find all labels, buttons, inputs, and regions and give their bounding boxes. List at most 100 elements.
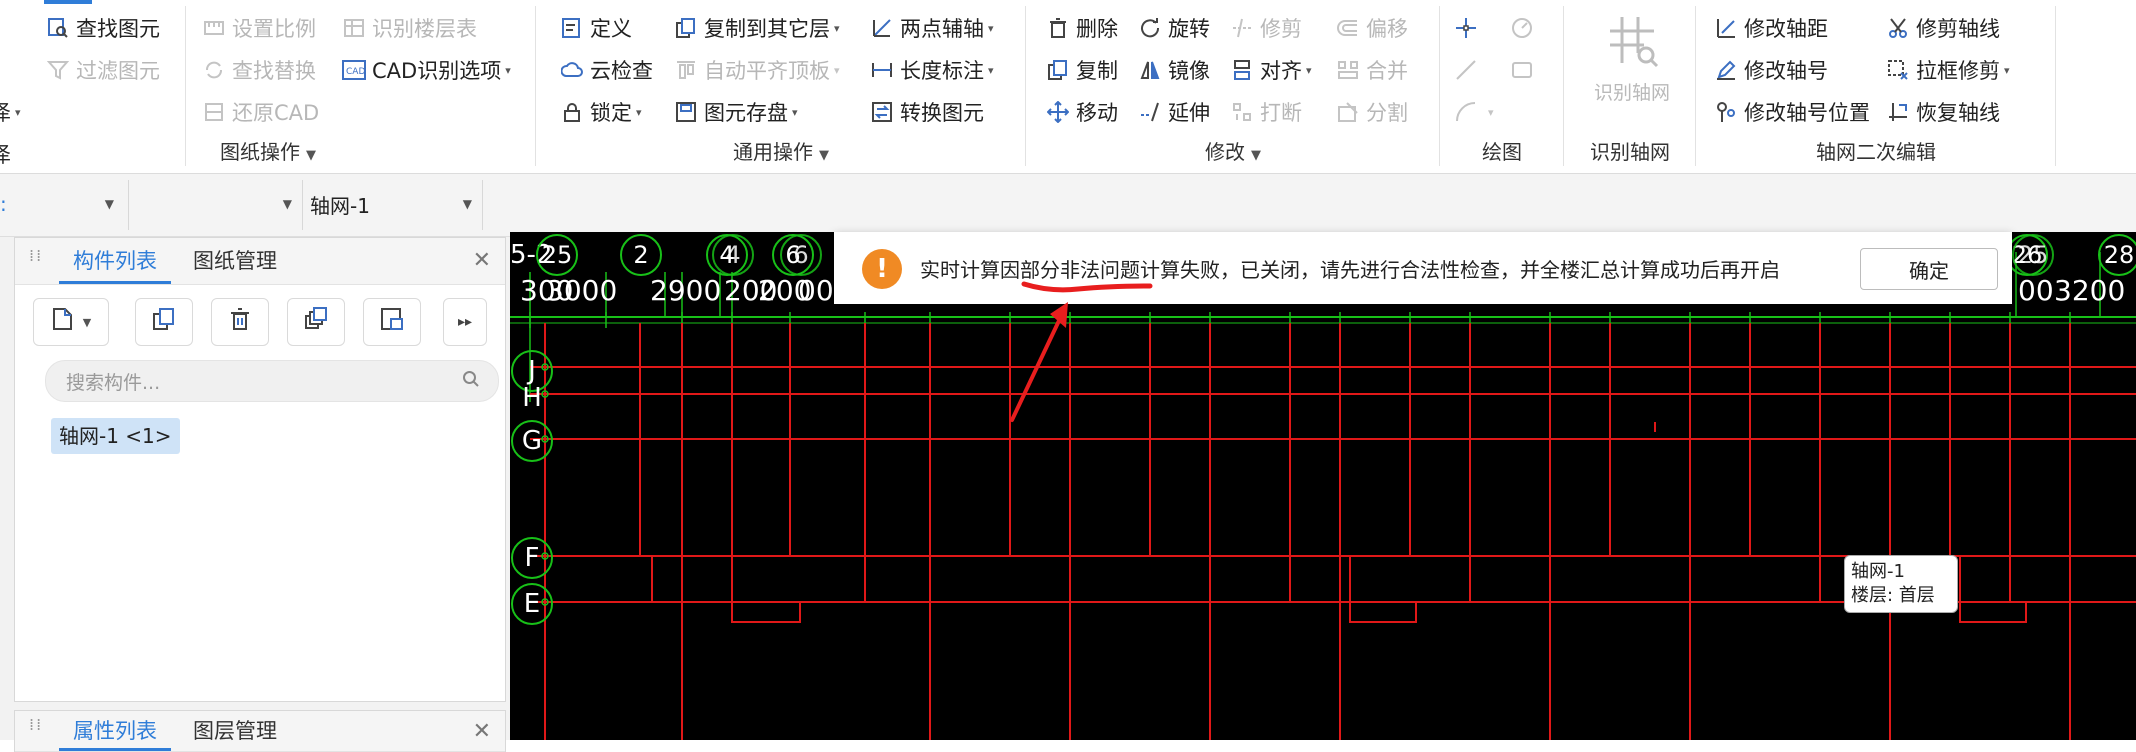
export-component-button[interactable]: [363, 298, 421, 346]
identify-axis-button[interactable]: 识别轴网: [1582, 10, 1682, 105]
set-scale-button[interactable]: 设置比例: [202, 12, 316, 44]
group-title-text: 轴网二次编辑: [1816, 140, 1936, 164]
move-button[interactable]: 移动: [1046, 96, 1118, 128]
dimension-text: 3200: [2054, 274, 2126, 307]
drawing-canvas[interactable]: 5-2 25 2 4 4 6 6 26 25 28 300 3000 2900 …: [510, 232, 2136, 740]
group-title-drawing-ops[interactable]: 图纸操作 ▼: [0, 136, 536, 165]
tab-layer-management[interactable]: 图层管理: [179, 711, 291, 751]
close-icon[interactable]: ✕: [473, 248, 491, 273]
split-button[interactable]: 分割: [1336, 96, 1408, 128]
auto-align-top-button[interactable]: 自动平齐顶板 ▾: [674, 54, 840, 86]
offset-button[interactable]: 偏移: [1336, 12, 1408, 44]
draw-circle-button[interactable]: [1510, 12, 1540, 44]
layers-copy-icon: [304, 307, 328, 337]
copy-button[interactable]: 复制: [1046, 54, 1118, 86]
identify-floor-table-button[interactable]: 识别楼层表: [342, 12, 477, 44]
find-replace-label: 查找替换: [232, 59, 316, 83]
tab-drawing-management[interactable]: 图纸管理: [179, 238, 291, 284]
axis-bubble-row[interactable]: E: [511, 583, 553, 625]
element-hover-tooltip: 轴网-1 楼层: 首层: [1844, 555, 1958, 613]
drag-handle-icon[interactable]: ⁞⁞: [29, 717, 43, 741]
axis-bubble[interactable]: 28: [2098, 234, 2136, 276]
two-point-axis-button[interactable]: 两点辅轴 ▾: [870, 12, 994, 44]
modify-axis-number-position-button[interactable]: 修改轴号位置: [1714, 96, 1870, 128]
axis-bubble-row[interactable]: G: [511, 420, 553, 462]
axis-number: 6: [793, 241, 809, 269]
align-button[interactable]: 对齐 ▾: [1230, 54, 1312, 86]
tooltip-floor: 楼层: 首层: [1851, 585, 1935, 606]
restore-axis-label: 恢复轴线: [1916, 101, 2000, 125]
search-component-input[interactable]: 搜索构件...: [45, 360, 499, 402]
tab-component-list[interactable]: 构件列表: [59, 238, 171, 284]
group-title-text: 通用操作: [733, 140, 813, 164]
length-dimension-button[interactable]: 长度标注 ▾: [870, 54, 994, 86]
delete-button[interactable]: 删除: [1046, 12, 1118, 44]
axis-bubble[interactable]: 25: [536, 234, 578, 276]
trim-axis-button[interactable]: 修剪轴线: [1886, 12, 2000, 44]
element-storage-button[interactable]: 图元存盘 ▾: [674, 96, 798, 128]
new-document-icon: [51, 306, 75, 338]
break-button[interactable]: 打断: [1230, 96, 1302, 128]
draw-point-button[interactable]: [1454, 12, 1484, 44]
drag-handle-icon[interactable]: ⁞⁞: [29, 248, 43, 272]
restore-cad-button[interactable]: 还原CAD: [202, 96, 319, 128]
list-item[interactable]: 轴网-1 <1>: [51, 418, 180, 454]
chevron-down-icon: ▼: [462, 197, 472, 211]
two-point-axis-icon: [870, 16, 894, 40]
dimension-text: 2900: [650, 274, 722, 307]
group-title-common-ops[interactable]: 通用操作 ▼: [536, 136, 1026, 165]
group-title-text: 修改: [1205, 140, 1245, 164]
copy-component-button[interactable]: [135, 298, 193, 346]
axis-bubble[interactable]: 4: [712, 234, 754, 276]
trim-button[interactable]: 修剪: [1230, 12, 1302, 44]
axis-bubble-row[interactable]: F: [511, 537, 553, 579]
lock-button[interactable]: 锁定 ▾: [560, 96, 642, 128]
notification-message: 实时计算因部分非法问题计算失败，已关闭，请先进行合法性检查，并全楼汇总计算成功后…: [920, 258, 1780, 282]
draw-arc-button[interactable]: ▾: [1454, 96, 1494, 128]
split-icon: [1336, 100, 1360, 124]
dimension-text: 00: [798, 274, 834, 307]
cad-options-button[interactable]: CAD CAD识别选项 ▾: [342, 54, 511, 86]
partial-dropdown[interactable]: 泽 ▾: [0, 96, 21, 128]
convert-element-button[interactable]: 转换图元: [870, 96, 984, 128]
confirm-button[interactable]: 确定: [1860, 248, 1998, 290]
box-trim-button[interactable]: 拉框修剪 ▾: [1886, 54, 2010, 86]
new-component-button[interactable]: ▼: [33, 298, 109, 346]
element-select[interactable]: 轴网-1 ▼: [310, 184, 480, 224]
filter-element-button[interactable]: 过滤图元: [46, 54, 160, 86]
extend-button[interactable]: 延伸: [1138, 96, 1210, 128]
more-tools-button[interactable]: ▸▸: [443, 298, 487, 346]
modify-axis-distance-button[interactable]: 修改轴距: [1714, 12, 1828, 44]
copy-to-other-floor-button[interactable]: 复制到其它层 ▾: [674, 12, 840, 44]
ribbon-group-modify: 删除 复制 移动 旋转 镜像 延伸 修剪 对齐 ▾ 打断 偏移 合并 分割 修改…: [1026, 0, 1440, 173]
identify-floor-table-label: 识别楼层表: [372, 17, 477, 41]
delete-component-button[interactable]: [211, 298, 269, 346]
merge-icon: [1336, 58, 1360, 82]
floor-select[interactable]: : ▼: [0, 184, 122, 224]
find-replace-button[interactable]: 查找替换: [202, 54, 316, 86]
box-trim-label: 拉框修剪: [1916, 59, 2000, 83]
rotate-button[interactable]: 旋转: [1138, 12, 1210, 44]
modify-axis-number-button[interactable]: 修改轴号: [1714, 54, 1828, 86]
axis-bubble[interactable]: 25: [2012, 234, 2054, 276]
close-icon[interactable]: ✕: [473, 719, 491, 744]
merge-label: 合并: [1366, 59, 1408, 83]
mirror-button[interactable]: 镜像: [1138, 54, 1210, 86]
axis-bubble[interactable]: 2: [620, 234, 662, 276]
search-icon[interactable]: [462, 370, 480, 393]
restore-axis-button[interactable]: 恢复轴线: [1886, 96, 2000, 128]
merge-button[interactable]: 合并: [1336, 54, 1408, 86]
tab-properties-list[interactable]: 属性列表: [59, 711, 171, 751]
cloud-check-button[interactable]: 云检查: [560, 54, 653, 86]
axis-bubble[interactable]: 6: [780, 234, 822, 276]
define-button[interactable]: 定义: [560, 12, 632, 44]
category-select[interactable]: ▼: [130, 184, 300, 224]
draw-rect-button[interactable]: [1510, 54, 1540, 86]
trash-icon: [1046, 16, 1070, 40]
ribbon-group-common-ops: 定义 云检查 锁定 ▾ 复制到其它层 ▾ 自动平齐顶板 ▾ 图元存盘 ▾ 两点辅…: [536, 0, 1026, 173]
draw-line-button[interactable]: [1454, 54, 1484, 86]
duplicate-layer-button[interactable]: [287, 298, 345, 346]
find-element-button[interactable]: 查找图元: [46, 12, 160, 44]
axis-bubble-row[interactable]: H: [511, 377, 553, 419]
group-title-modify[interactable]: 修改 ▼: [1026, 136, 1440, 165]
